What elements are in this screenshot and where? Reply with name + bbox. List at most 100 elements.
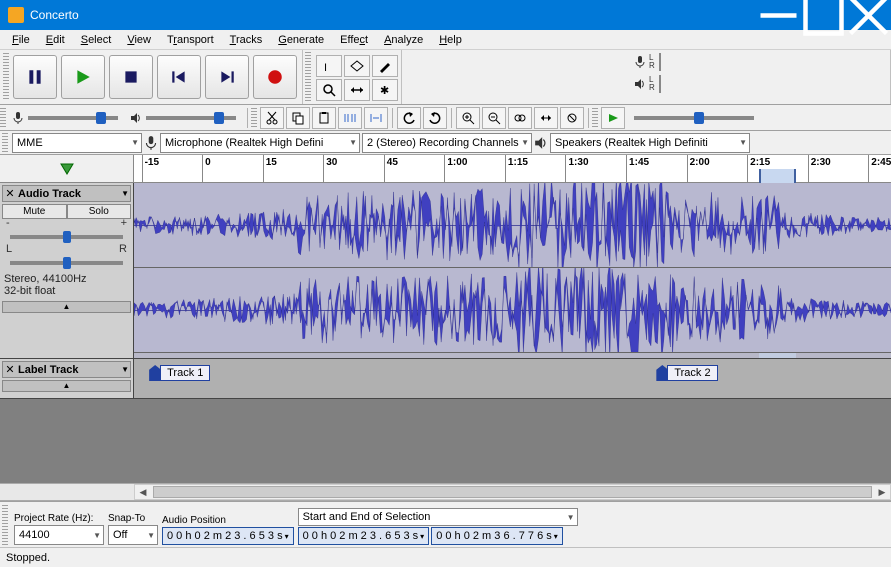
menu-tracks[interactable]: Tracks <box>222 32 271 48</box>
recording-volume[interactable] <box>8 111 126 125</box>
selection-start-field[interactable]: 0 0 h 0 2 m 2 3 . 6 5 3 s▾ <box>298 527 430 545</box>
ruler-tick: 45 <box>384 155 398 182</box>
maximize-button[interactable] <box>801 0 846 30</box>
menu-edit[interactable]: Edit <box>38 32 73 48</box>
playback-device-combo[interactable]: Speakers (Realtek High Definiti▼ <box>550 133 750 153</box>
channel-left[interactable] <box>134 183 891 268</box>
draw-tool[interactable] <box>372 55 398 77</box>
track-menu-button[interactable]: ▼ <box>121 189 129 198</box>
grip[interactable] <box>251 108 257 128</box>
zoom-tool[interactable] <box>316 79 342 101</box>
waveform-area[interactable] <box>134 183 891 358</box>
track-close-button[interactable]: ✕ <box>4 363 16 376</box>
paste-button[interactable] <box>312 107 336 129</box>
selection-end-field[interactable]: 0 0 h 0 2 m 3 6 . 7 7 6 s▾ <box>431 527 563 545</box>
close-button[interactable] <box>846 0 891 30</box>
menu-transport[interactable]: Transport <box>159 32 222 48</box>
grip[interactable] <box>305 52 311 102</box>
gain-slider[interactable] <box>10 235 123 239</box>
mic-icon <box>12 111 24 125</box>
track-menu-button[interactable]: ▼ <box>121 365 129 374</box>
playback-volume[interactable] <box>126 112 244 124</box>
menu-file[interactable]: File <box>4 32 38 48</box>
timeline-ruler-row: -1501530451:001:151:301:452:002:152:302:… <box>0 155 891 183</box>
selection-tool[interactable]: I <box>316 55 342 77</box>
grip[interactable] <box>2 133 8 153</box>
pan-slider[interactable] <box>10 261 123 265</box>
pin-button[interactable] <box>0 155 134 182</box>
play-button[interactable] <box>61 55 105 99</box>
mute-button[interactable]: Mute <box>2 204 67 219</box>
playback-meter[interactable]: -57-54-51-48-45-42-39-36-33-30-27-24-21-… <box>659 75 661 93</box>
copy-button[interactable] <box>286 107 310 129</box>
status-text: Stopped. <box>6 552 50 564</box>
trim-button[interactable] <box>338 107 362 129</box>
zoom-toggle-button[interactable] <box>560 107 584 129</box>
track-close-button[interactable]: ✕ <box>4 187 16 200</box>
audio-track: ✕ Audio Track ▼ Mute Solo -+ LR Stereo, … <box>0 183 891 359</box>
fit-project-button[interactable] <box>534 107 558 129</box>
timeline-ruler[interactable]: -1501530451:001:151:301:452:002:152:302:… <box>134 155 891 182</box>
zoom-in-button[interactable] <box>456 107 480 129</box>
label-text[interactable]: Track 1 <box>160 365 210 381</box>
selection-toolbar: Project Rate (Hz): 44100▼ Snap-To Off▼ A… <box>0 501 891 547</box>
tracks-area: ✕ Audio Track ▼ Mute Solo -+ LR Stereo, … <box>0 183 891 483</box>
ruler-tick: 2:15 <box>747 155 770 182</box>
cut-button[interactable] <box>260 107 284 129</box>
ruler-tick: 2:00 <box>687 155 710 182</box>
menu-analyze[interactable]: Analyze <box>376 32 431 48</box>
recording-channels-combo[interactable]: 2 (Stereo) Recording Channels▼ <box>362 133 532 153</box>
menu-view[interactable]: View <box>119 32 159 48</box>
recording-device-combo[interactable]: Microphone (Realtek High Defini▼ <box>160 133 360 153</box>
ruler-tick: 1:15 <box>505 155 528 182</box>
mic-icon <box>144 135 158 151</box>
minimize-button[interactable] <box>756 0 801 30</box>
meter-lr: LR <box>649 76 659 92</box>
play-at-speed-button[interactable] <box>601 107 625 129</box>
window-title: Concerto <box>30 8 756 22</box>
skip-start-button[interactable] <box>157 55 201 99</box>
menu-select[interactable]: Select <box>73 32 120 48</box>
grip[interactable] <box>3 53 9 101</box>
zoom-out-button[interactable] <box>482 107 506 129</box>
channel-right[interactable] <box>134 268 891 353</box>
speaker-icon <box>130 112 142 124</box>
timeshift-tool[interactable] <box>344 79 370 101</box>
device-toolbar: MME▼ Microphone (Realtek High Defini▼ 2 … <box>0 131 891 155</box>
skip-end-button[interactable] <box>205 55 249 99</box>
snap-to-combo[interactable]: Off▼ <box>108 525 158 545</box>
envelope-tool[interactable] <box>344 55 370 77</box>
horizontal-scrollbar[interactable]: ◀▶ <box>0 483 891 501</box>
label-marker[interactable]: Track 2 <box>656 365 717 381</box>
audio-position-field[interactable]: 0 0 h 0 2 m 2 3 . 6 5 3 s▾ <box>162 527 294 545</box>
recording-meter[interactable]: -57-54-51-48-45-42-3 Click to Start Moni… <box>659 53 661 71</box>
menu-effect[interactable]: Effect <box>332 32 376 48</box>
project-rate-combo[interactable]: 44100▼ <box>14 525 104 545</box>
ruler-tick: 1:00 <box>444 155 467 182</box>
record-button[interactable] <box>253 55 297 99</box>
collapse-button[interactable]: ▲ <box>2 380 131 392</box>
multi-tool[interactable]: ✱ <box>372 79 398 101</box>
label-track-body[interactable]: Track 1 Track 2 <box>134 359 891 398</box>
menu-help[interactable]: Help <box>431 32 470 48</box>
playback-speed[interactable] <box>626 116 762 120</box>
track-format: Stereo, 44100Hz32-bit float <box>2 271 131 299</box>
fit-selection-button[interactable] <box>508 107 532 129</box>
undo-button[interactable] <box>397 107 421 129</box>
redo-button[interactable] <box>423 107 447 129</box>
collapse-button[interactable]: ▲ <box>2 301 131 313</box>
stop-button[interactable] <box>109 55 153 99</box>
audio-host-combo[interactable]: MME▼ <box>12 133 142 153</box>
grip[interactable] <box>592 108 598 128</box>
audio-position-label: Audio Position <box>162 515 294 526</box>
menu-generate[interactable]: Generate <box>270 32 332 48</box>
silence-button[interactable] <box>364 107 388 129</box>
track-name[interactable]: Label Track <box>16 364 121 376</box>
label-text[interactable]: Track 2 <box>667 365 717 381</box>
track-name[interactable]: Audio Track <box>16 188 121 200</box>
label-marker[interactable]: Track 1 <box>149 365 210 381</box>
pause-button[interactable] <box>13 55 57 99</box>
grip[interactable] <box>2 505 8 545</box>
grip[interactable] <box>0 108 6 128</box>
selection-mode-combo[interactable]: Start and End of Selection▼ <box>298 508 578 526</box>
